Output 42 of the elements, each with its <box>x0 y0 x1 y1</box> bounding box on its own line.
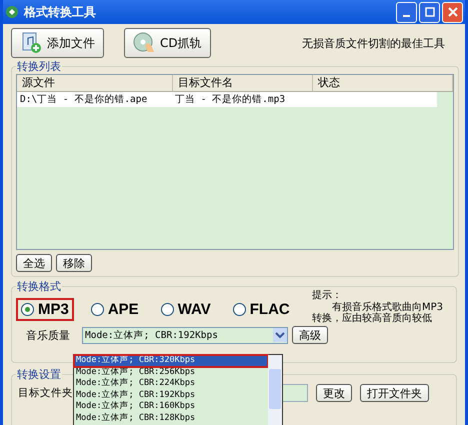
hint-title: 提示： <box>312 290 342 301</box>
caret-icon <box>273 328 287 342</box>
format-radio[interactable]: WAV <box>156 298 216 320</box>
slogan-text: 无损音质文件切割的最佳工具 <box>302 36 446 50</box>
column-header[interactable]: 源文件 <box>17 75 173 91</box>
column-header[interactable]: 目标文件名 <box>173 75 313 91</box>
list-button[interactable]: 移除 <box>56 254 92 272</box>
group-title: 转换设置 <box>16 367 62 382</box>
group-title: 转换格式 <box>16 279 62 294</box>
format-radio[interactable]: FLAC <box>228 298 295 320</box>
format-radio[interactable]: APE <box>86 298 144 320</box>
format-radio[interactable]: MP3 <box>16 298 74 320</box>
dropdown-option[interactable]: Mode:立体声; CBR:160Kbps <box>74 401 268 412</box>
quality-label: 音乐质量 <box>26 328 71 342</box>
advanced-button[interactable]: 高级 <box>292 326 328 344</box>
app-icon <box>5 5 19 19</box>
cd-rip-button[interactable]: CD抓轨 <box>124 28 211 58</box>
table-cell-text: D:\丁当 - 不是你的错.ape <box>19 93 148 107</box>
window-title: 格式转换工具 <box>24 4 97 20</box>
list-button[interactable]: 全选 <box>16 254 52 272</box>
close-icon <box>448 7 458 17</box>
folder-button[interactable]: 更改 <box>316 384 352 402</box>
cd-hand-icon <box>133 31 157 55</box>
hint-text: 有损音乐格式歌曲向MP3转换，应由较高音质向较低 <box>312 302 444 324</box>
table-cell-text: 丁当 - 不是你的错.mp3 <box>174 93 286 107</box>
quality-dropdown[interactable]: Mode:立体声; CBR:192Kbps <box>82 326 288 344</box>
minimize-button[interactable] <box>396 2 417 22</box>
add-file-button[interactable]: 添加文件 <box>11 28 104 58</box>
dropdown-option[interactable]: Mode:立体声; CBR:128Kbps <box>74 412 268 424</box>
minimize-icon <box>403 15 410 17</box>
folder-button[interactable]: 打开文件夹 <box>360 384 429 402</box>
close-button[interactable] <box>442 2 463 22</box>
scrollbar[interactable] <box>268 355 282 425</box>
dropdown-option[interactable]: Mode:立体声; CBR:192Kbps <box>74 390 268 401</box>
dropdown-option[interactable]: Mode:立体声; CBR:224Kbps <box>74 378 268 390</box>
maximize-icon <box>424 7 434 17</box>
target-folder-label: 目标文件夹 <box>18 386 74 400</box>
music-file-add-icon <box>20 31 44 55</box>
group-title: 转换列表 <box>16 59 62 74</box>
maximize-button[interactable] <box>419 2 440 22</box>
column-header[interactable]: 状态 <box>313 75 453 91</box>
table-row[interactable]: D:\丁当 - 不是你的错.ape 丁当 - 不是你的错.mp3 <box>17 92 437 107</box>
